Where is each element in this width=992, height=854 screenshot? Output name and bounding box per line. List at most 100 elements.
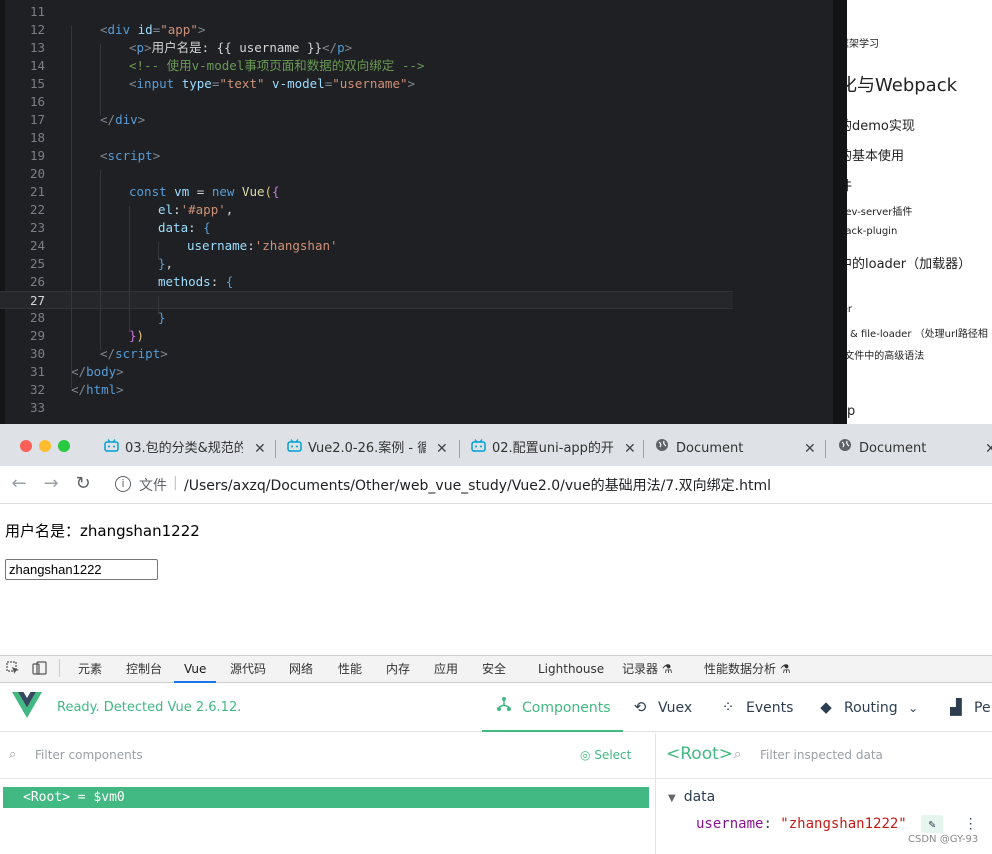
- devtools-tab-memory[interactable]: 内存: [386, 655, 410, 683]
- history-icon: ⟲: [633, 698, 647, 716]
- outline-item[interactable]: 中的loader（加载器）: [847, 253, 971, 272]
- code-line[interactable]: 31 </body>: [0, 363, 833, 381]
- code-line[interactable]: 18: [0, 129, 833, 147]
- code-line[interactable]: 19 <script>: [0, 147, 833, 165]
- outline-item[interactable]: 的基本使用: [847, 145, 904, 164]
- tab-title: 02.配置uni-app的开发: [492, 441, 614, 456]
- line-number: 22: [29, 202, 45, 217]
- username-input[interactable]: [5, 559, 158, 580]
- data-section-header[interactable]: ▼ data: [668, 789, 715, 805]
- outline-item[interactable]: dev-server插件: [847, 203, 912, 218]
- outline-item[interactable]: 件: [847, 175, 852, 194]
- devtools-tab-security[interactable]: 安全: [482, 655, 506, 683]
- devtools-tab-performance-insights[interactable]: 性能数据分析 ⚗: [704, 655, 791, 683]
- devtools-tab-sources[interactable]: 源代码: [230, 655, 266, 683]
- code-line[interactable]: 24 username:'zhangshan': [0, 237, 833, 255]
- devtools-tab-elements[interactable]: 元素: [78, 655, 102, 683]
- code-line[interactable]: 17 </div>: [0, 111, 833, 129]
- editor-edge: [833, 0, 847, 424]
- vue-tab-routing[interactable]: ◆ Routing ⌄: [816, 684, 918, 732]
- code-line[interactable]: 26 methods: {: [0, 273, 833, 291]
- select-component-button[interactable]: ◎ Select: [580, 748, 631, 762]
- devtools-tab-vue[interactable]: Vue: [174, 655, 217, 683]
- code-text: },: [158, 256, 174, 271]
- url-field[interactable]: /Users/axzq/Documents/Other/web_vue_stud…: [184, 475, 771, 495]
- tab-separator: [643, 440, 644, 458]
- code-line[interactable]: 15 <input type="text" v-model="username">: [0, 75, 833, 93]
- code-line[interactable]: 21 const vm = new Vue({: [0, 183, 833, 201]
- close-tab-icon[interactable]: ✕: [254, 434, 266, 464]
- maximize-window-button[interactable]: [58, 440, 70, 452]
- indent-guide: [129, 206, 130, 332]
- code-line[interactable]: 29}): [0, 327, 833, 345]
- vue-tab-vuex[interactable]: ⟲ Vuex: [630, 684, 692, 732]
- devtools-tab-lighthouse[interactable]: Lighthouse: [538, 655, 604, 683]
- outline-item[interactable]: pack-plugin: [847, 226, 897, 237]
- search-icon: ⌕: [9, 747, 17, 762]
- close-tab-icon[interactable]: ✕: [985, 434, 992, 464]
- devtools-tab-performance[interactable]: 性能: [338, 655, 362, 683]
- code-line[interactable]: 16: [0, 93, 833, 111]
- outline-item[interactable]: 的demo实现: [847, 115, 915, 134]
- line-number: 17: [29, 112, 45, 127]
- filter-components-input[interactable]: Filter components: [35, 748, 143, 762]
- outline-item[interactable]: ap: [847, 404, 855, 419]
- code-line[interactable]: 27: [0, 291, 733, 309]
- line-number: 29: [29, 328, 45, 343]
- devtools-tab-application[interactable]: 应用: [434, 655, 458, 683]
- devtools-tab-network[interactable]: 网络: [289, 655, 313, 683]
- outline-item[interactable]: s文件中的高级语法: [847, 347, 924, 362]
- devtools-tab-recorder[interactable]: 记录器 ⚗: [622, 655, 673, 683]
- code-line[interactable]: 20: [0, 165, 833, 183]
- outline-item[interactable]: ler: [847, 304, 852, 315]
- devtools-tab-console[interactable]: 控制台: [126, 655, 162, 683]
- close-tab-icon[interactable]: ✕: [436, 434, 448, 464]
- forward-arrow-icon[interactable]: →: [40, 473, 62, 495]
- code-line[interactable]: 14 <!-- 使用v-model事项页面和数据的双向绑定 -->: [0, 57, 833, 75]
- back-arrow-icon[interactable]: ←: [8, 473, 30, 495]
- code-text: </body>: [71, 364, 124, 379]
- code-line[interactable]: 30 </script>: [0, 345, 833, 363]
- code-line[interactable]: 33: [0, 399, 833, 417]
- browser-tab[interactable]: 02.配置uni-app的开发 ✕: [470, 434, 638, 464]
- code-editor[interactable]: 11 12 <div id="app"> 13 <p>用户名是: {{ username…: [0, 0, 847, 424]
- inspect-element-icon[interactable]: [6, 661, 20, 679]
- outline-item[interactable]: 化与Webpack: [847, 71, 957, 97]
- close-tab-icon[interactable]: ✕: [804, 434, 816, 464]
- flask-icon: ⚗: [661, 662, 673, 676]
- browser-tab[interactable]: Document ✕: [654, 434, 816, 464]
- browser-tab[interactable]: 03.包的分类&规范的包 ✕: [103, 434, 268, 464]
- site-info-icon[interactable]: i: [115, 476, 131, 492]
- more-options-icon[interactable]: ⋮: [964, 816, 978, 832]
- vue-tab-events[interactable]: ⁘ Events: [718, 684, 794, 732]
- close-window-button[interactable]: [20, 440, 32, 452]
- root-component-row[interactable]: <Root> = $vm0: [3, 787, 649, 808]
- code-line[interactable]: 12 <div id="app">: [0, 21, 833, 39]
- vue-ready-status: Ready. Detected Vue 2.6.12.: [57, 700, 242, 715]
- browser-tab[interactable]: Vue2.0-26.案例 - 循环 ✕: [286, 434, 450, 464]
- code-line[interactable]: 25},: [0, 255, 833, 273]
- code-line[interactable]: 13 <p>用户名是: {{ username }}</p>: [0, 39, 833, 57]
- events-dots-icon: ⁘: [721, 698, 735, 716]
- browser-tab[interactable]: Document ✕: [837, 434, 992, 464]
- device-toolbar-icon[interactable]: [32, 661, 48, 679]
- reload-icon[interactable]: ↻: [72, 473, 94, 495]
- code-line[interactable]: 32 </html>: [0, 381, 833, 399]
- code-line[interactable]: 28}: [0, 309, 833, 327]
- vue-tab-components[interactable]: Components: [482, 684, 623, 732]
- code-line[interactable]: 11: [0, 3, 833, 21]
- section-label: data: [683, 789, 716, 805]
- line-number: 15: [29, 76, 45, 91]
- code-line[interactable]: 22 el:'#app',: [0, 201, 833, 219]
- data-property-row[interactable]: username: "zhangshan1222" ✎ ⋮: [696, 815, 978, 833]
- outline-item[interactable]: 框架学习: [847, 35, 879, 50]
- line-number: 27: [29, 293, 45, 308]
- minimize-window-button[interactable]: [39, 440, 51, 452]
- close-tab-icon[interactable]: ✕: [624, 434, 636, 464]
- code-line[interactable]: 23 data: {: [0, 219, 833, 237]
- edit-pencil-icon[interactable]: ✎: [921, 815, 944, 833]
- line-number: 23: [29, 220, 45, 235]
- vue-tab-performance[interactable]: ▟ Pe: [946, 684, 990, 732]
- filter-inspected-input[interactable]: Filter inspected data: [760, 748, 883, 762]
- outline-item[interactable]: & file-loader （处理url路径相: [850, 325, 988, 340]
